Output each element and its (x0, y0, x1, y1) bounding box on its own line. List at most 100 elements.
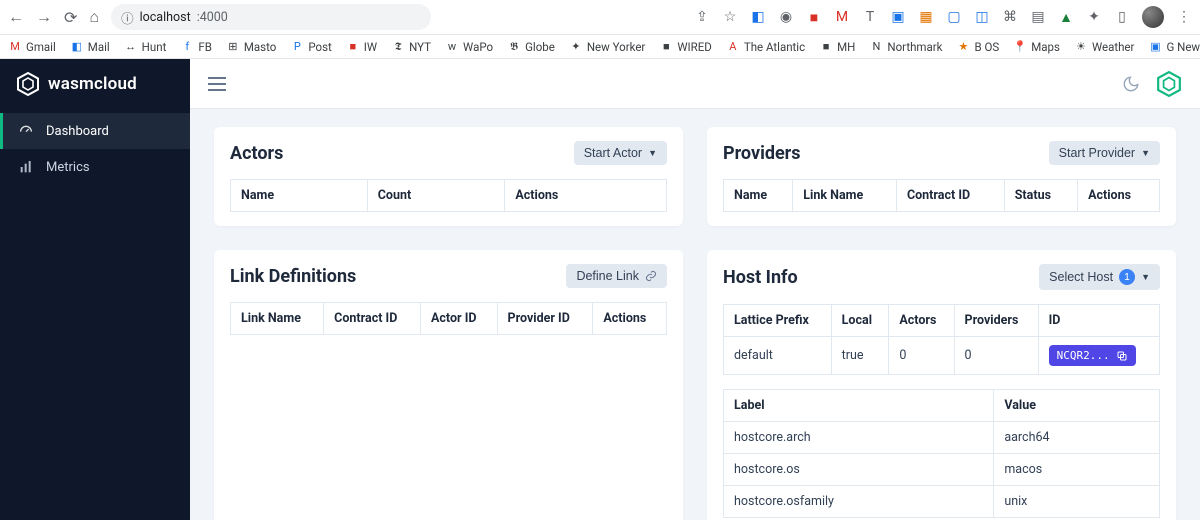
bookmark-item[interactable]: ☀Weather (1074, 40, 1134, 54)
forward-button[interactable]: → (36, 7, 52, 27)
extension-icon[interactable]: ◧ (750, 9, 766, 25)
wasmcloud-hex-icon[interactable] (1156, 71, 1182, 97)
col-id: ID (1038, 305, 1159, 337)
extension-icon[interactable]: ▢ (946, 9, 962, 25)
bookmark-item[interactable]: ↔Hunt (124, 40, 167, 54)
url-host: localhost (140, 10, 191, 25)
cell-label: hostcore.os (724, 454, 994, 486)
sidebar-nav: Dashboard Metrics (0, 109, 190, 185)
back-button[interactable]: ← (8, 7, 24, 27)
bookmark-item[interactable]: wWaPo (445, 40, 493, 54)
bookmark-item[interactable]: 𝕭Globe (507, 40, 555, 54)
col-actor-id: Actor ID (421, 303, 498, 335)
bookmark-item[interactable]: ★B OS (956, 40, 999, 54)
chrome-actions: ⇪ ☆ ◧ ◉ ■ M T ▣ ▦ ▢ ◫ ⌘ ▤ ▲ ✦ ▯ ⋮ (694, 6, 1192, 28)
col-provider-id: Provider ID (497, 303, 593, 335)
extension-icon[interactable]: ◫ (974, 9, 990, 25)
col-local: Local (831, 305, 889, 337)
sidebar: wasmcloud Dashboard Metrics (0, 59, 190, 520)
cell-value: macos (994, 454, 1160, 486)
card-title: Link Definitions (230, 266, 356, 287)
sidebar-item-label: Metrics (46, 160, 90, 175)
host-summary-table: Lattice Prefix Local Actors Providers ID… (723, 304, 1160, 375)
sidebar-item-dashboard[interactable]: Dashboard (0, 113, 190, 149)
hamburger-button[interactable] (208, 77, 226, 91)
calendar-icon[interactable]: ▦ (918, 9, 934, 25)
bookmark-item[interactable]: ✦New Yorker (569, 40, 646, 54)
bookmarks-bar: MGmail ◧Mail ↔Hunt fFB ⊞Masto PPost ■IW … (0, 35, 1200, 59)
bookmark-item[interactable]: ■MH (819, 40, 855, 54)
bookmark-item[interactable]: ■WIRED (659, 40, 712, 54)
bookmark-item[interactable]: AThe Atlantic (726, 40, 805, 54)
bookmark-item[interactable]: PPost (290, 40, 331, 54)
chevron-down-icon: ▼ (1141, 148, 1150, 158)
links-table: Link Name Contract ID Actor ID Provider … (230, 302, 667, 335)
col-providers: Providers (954, 305, 1038, 337)
sidebar-item-label: Dashboard (46, 124, 109, 139)
col-count: Count (367, 180, 505, 212)
bookmark-item[interactable]: ⊞Masto (226, 40, 276, 54)
topbar (190, 59, 1200, 109)
links-card: Link Definitions Define Link Link Name C… (214, 250, 683, 520)
moon-icon[interactable] (1122, 75, 1140, 93)
extension-icon[interactable]: ■ (806, 9, 822, 25)
hostinfo-card: Host Info Select Host 1 ▼ Lattice Prefix… (707, 250, 1176, 520)
providers-card: Providers Start Provider▼ Name Link Name… (707, 127, 1176, 226)
extension-icon[interactable]: ◉ (778, 9, 794, 25)
browser-toolbar: ← → ⟳ ⌂ ⓘ localhost:4000 ⇪ ☆ ◧ ◉ ■ M T ▣… (0, 0, 1200, 35)
gmail-icon[interactable]: M (834, 9, 850, 25)
bookmark-item[interactable]: MGmail (8, 40, 56, 54)
sidebar-item-metrics[interactable]: Metrics (0, 149, 190, 185)
extension-icon[interactable]: ⌘ (1002, 9, 1018, 25)
bar-chart-icon (18, 159, 34, 175)
menu-icon[interactable]: ⋮ (1176, 9, 1192, 25)
col-name: Name (724, 180, 793, 212)
start-provider-button[interactable]: Start Provider▼ (1049, 141, 1160, 165)
reload-button[interactable]: ⟳ (64, 8, 77, 27)
bookmark-item[interactable]: 𝕿NYT (391, 40, 431, 54)
host-count-badge: 1 (1119, 269, 1135, 285)
chevron-down-icon: ▼ (1141, 272, 1150, 282)
bookmark-item[interactable]: 📍Maps (1013, 40, 1060, 54)
extension-icon[interactable]: ▣ (890, 9, 906, 25)
drive-icon[interactable]: ▲ (1058, 9, 1074, 25)
bookmark-item[interactable]: fFB (180, 40, 212, 54)
col-link-name: Link Name (793, 180, 897, 212)
cell-label: hostcore.osfamily (724, 486, 994, 518)
bookmark-item[interactable]: ■IW (346, 40, 377, 54)
col-actions: Actions (593, 303, 667, 335)
col-actions: Actions (1078, 180, 1160, 212)
select-host-button[interactable]: Select Host 1 ▼ (1039, 264, 1160, 290)
cell-lattice: default (724, 337, 832, 375)
extension-icon[interactable]: T (862, 9, 878, 25)
host-labels-table: Label Value hostcore.arch aarch64 hostco… (723, 389, 1160, 518)
start-actor-button[interactable]: Start Actor▼ (574, 141, 667, 165)
cell-value: aarch64 (994, 422, 1160, 454)
col-actions: Actions (505, 180, 667, 212)
extensions-icon[interactable]: ✦ (1086, 9, 1102, 25)
main: Actors Start Actor▼ Name Count Actions (190, 59, 1200, 520)
site-info-icon[interactable]: ⓘ (121, 8, 134, 27)
table-row: default true 0 0 NCQR2... (724, 337, 1160, 375)
share-icon[interactable]: ⇪ (694, 9, 710, 25)
col-contract-id: Contract ID (324, 303, 421, 335)
extension-icon[interactable]: ▤ (1030, 9, 1046, 25)
home-button[interactable]: ⌂ (89, 7, 99, 27)
sidepanel-icon[interactable]: ▯ (1114, 9, 1130, 25)
cell-providers: 0 (954, 337, 1038, 375)
cell-label: hostcore.arch (724, 422, 994, 454)
profile-avatar[interactable] (1142, 6, 1164, 28)
host-id-pill[interactable]: NCQR2... (1049, 345, 1136, 366)
table-row: hostcore.os macos (724, 454, 1160, 486)
col-lattice: Lattice Prefix (724, 305, 832, 337)
col-actors: Actors (889, 305, 954, 337)
star-icon[interactable]: ☆ (722, 9, 738, 25)
card-title: Host Info (723, 267, 798, 288)
table-row: hostcore.arch aarch64 (724, 422, 1160, 454)
address-bar[interactable]: ⓘ localhost:4000 (111, 4, 431, 30)
table-row: hostcore.osfamily unix (724, 486, 1160, 518)
bookmark-item[interactable]: ▣G News (1148, 40, 1200, 54)
bookmark-item[interactable]: NNorthmark (869, 40, 942, 54)
define-link-button[interactable]: Define Link (566, 264, 667, 288)
bookmark-item[interactable]: ◧Mail (70, 40, 110, 54)
